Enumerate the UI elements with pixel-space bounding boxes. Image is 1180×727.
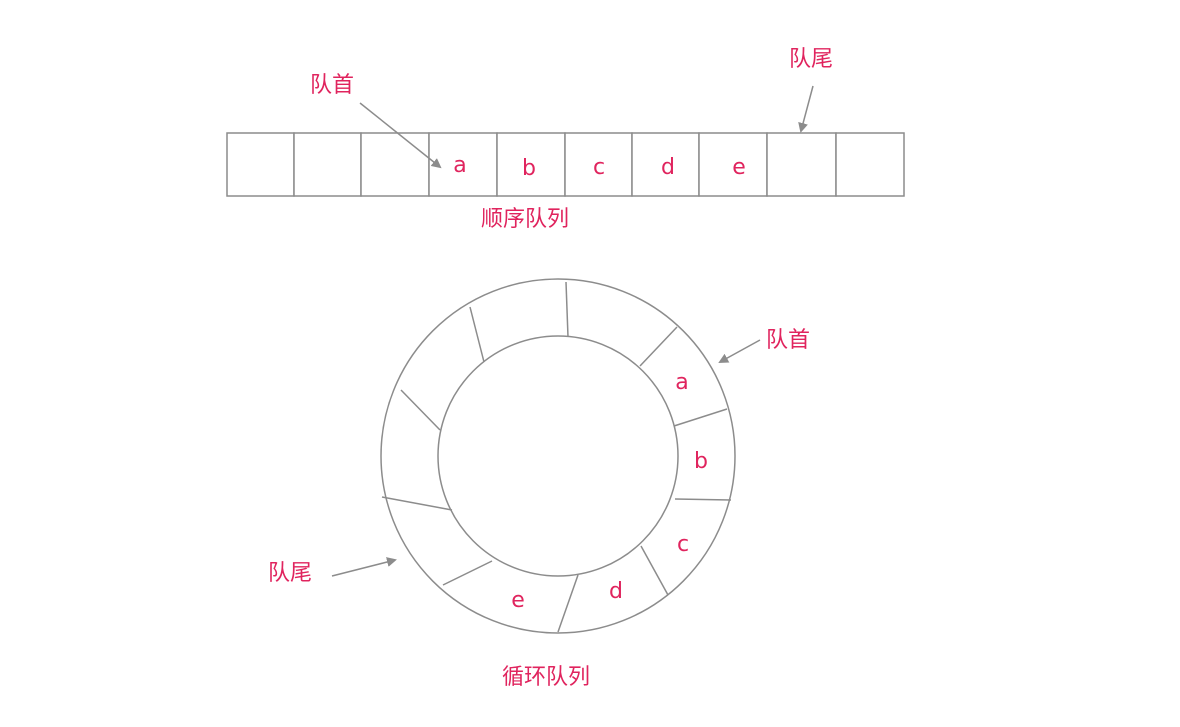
cell-value: b (694, 449, 708, 474)
linear-queue-cells (226, 132, 905, 197)
outer-ring (380, 278, 736, 634)
circular-tail-label: 队尾 (268, 561, 312, 586)
circular-queue-caption: 循环队列 (502, 665, 590, 690)
circular-queue-values: a b c d e (511, 370, 708, 613)
cell-value: e (732, 155, 746, 180)
circular-tail-arrow (331, 557, 397, 577)
queue-cell (835, 132, 905, 197)
queue-cell (226, 132, 295, 197)
circular-head-label: 队首 (766, 328, 810, 353)
cell-value: a (453, 153, 466, 178)
ring-divider (565, 281, 569, 338)
circular-queue: a b c d e 队首 队尾 循环队列 (268, 278, 810, 690)
ring-divider (674, 498, 732, 501)
cell-value: d (661, 155, 675, 180)
ring-divider (557, 574, 579, 633)
ring-divider (640, 545, 669, 596)
linear-tail-arrow (798, 85, 814, 133)
linear-tail-label: 队尾 (789, 47, 833, 72)
queue-cell (360, 132, 430, 197)
inner-ring (437, 335, 679, 577)
cell-value: d (609, 579, 623, 604)
linear-head-label: 队首 (310, 73, 354, 98)
cell-value: c (677, 532, 689, 557)
cell-value: c (593, 155, 605, 180)
queue-cell (766, 132, 837, 197)
ring-divider (673, 408, 728, 427)
linear-queue: a b c d e 队首 队尾 顺序队列 (226, 47, 905, 232)
ring-divider (400, 389, 441, 431)
cell-value: a (675, 370, 688, 395)
ring-divider (469, 306, 485, 363)
cell-value: b (522, 156, 536, 181)
ring-divider (381, 496, 453, 511)
queue-cell (293, 132, 362, 197)
queue-diagram: a b c d e 队首 队尾 顺序队列 a b c d e 队首 队尾 循环队… (226, 47, 905, 690)
linear-queue-caption: 顺序队列 (481, 207, 569, 232)
cell-value: e (511, 588, 525, 613)
ring-divider (639, 326, 678, 367)
circular-head-arrow (718, 339, 761, 363)
ring-divider (442, 560, 493, 586)
